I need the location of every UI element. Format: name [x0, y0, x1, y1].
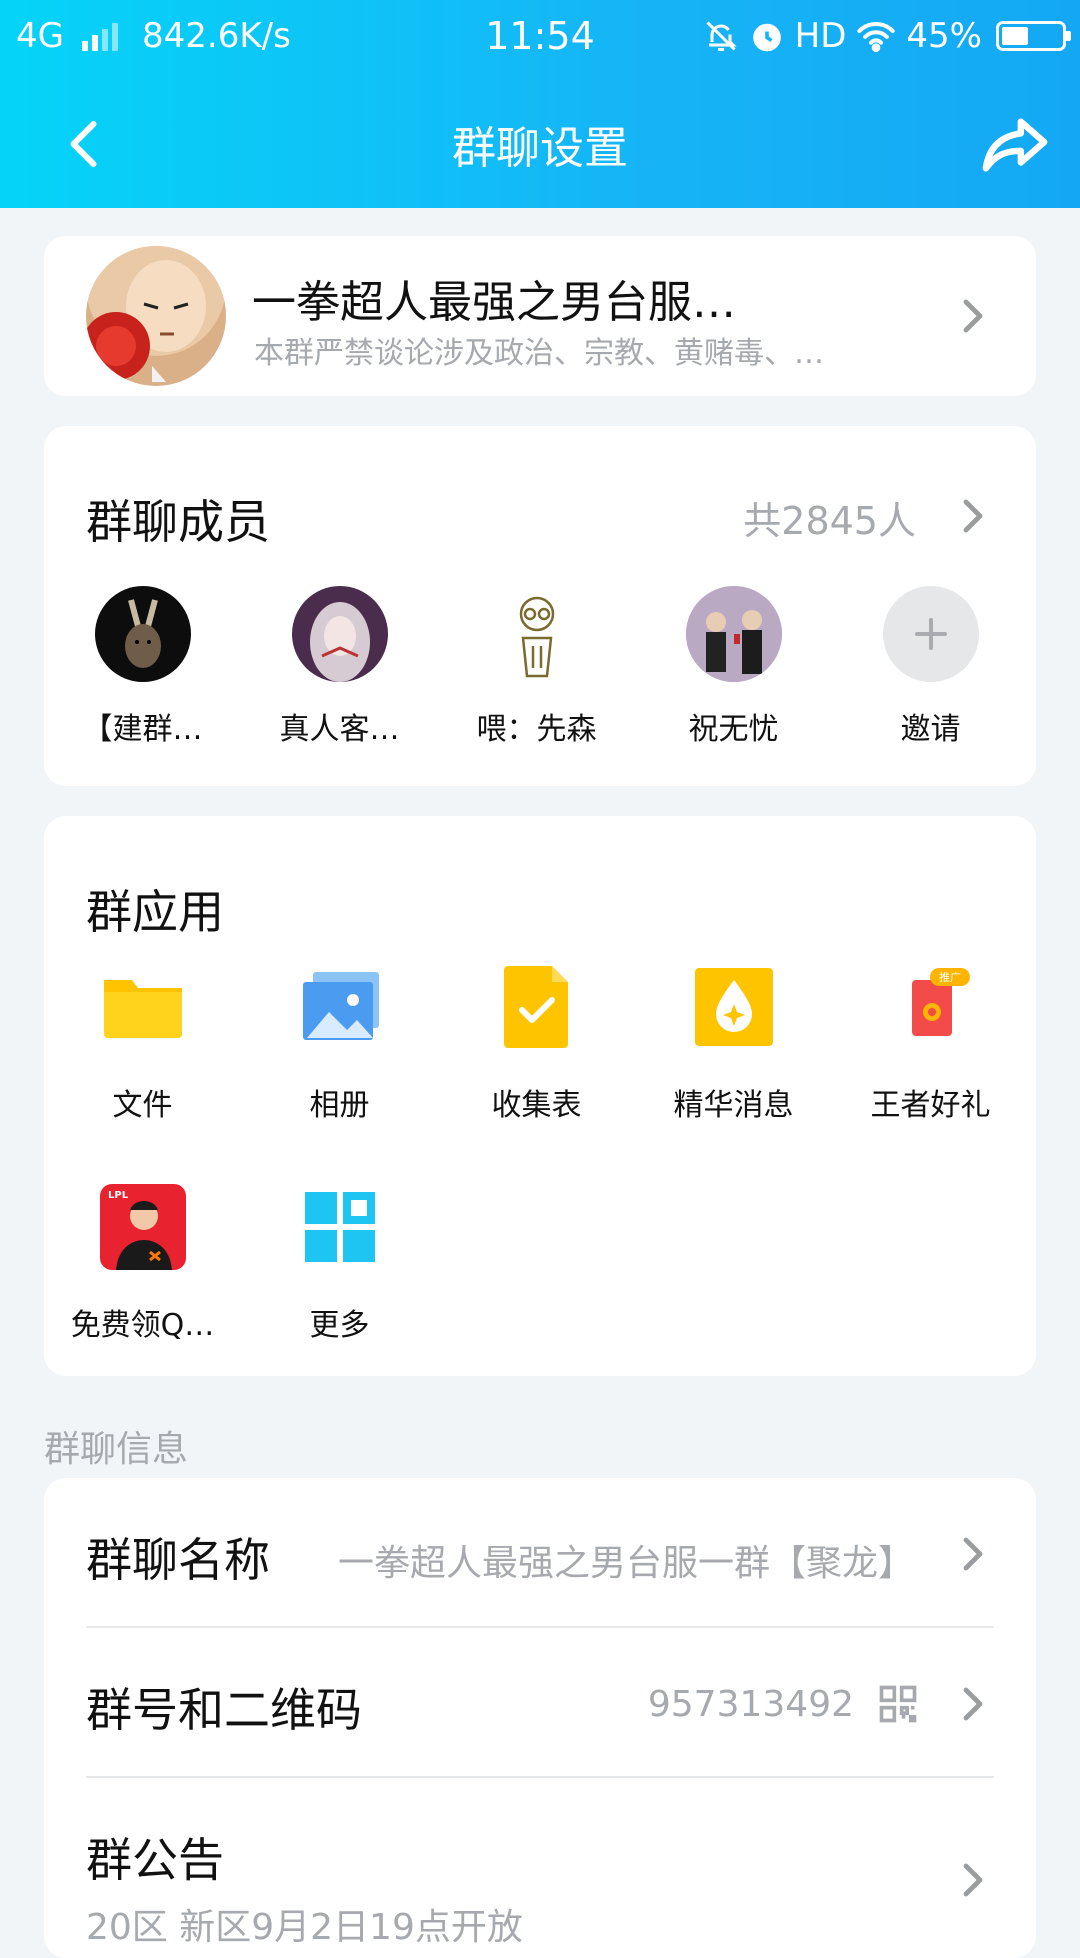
app-album[interactable]: 相册 [241, 962, 438, 1182]
member-name: 喂：先森 [476, 712, 597, 747]
group-name: 一拳超人最强之男台服… [252, 277, 736, 328]
hd-indicator: HD [794, 16, 847, 56]
announcement-preview: 20区 新区9月2日19点开放 [86, 1907, 523, 1948]
invite-member[interactable]: 邀请 [832, 586, 1029, 748]
share-icon[interactable] [980, 110, 1050, 180]
essence-icon [694, 968, 773, 1046]
member-count[interactable]: 共2845人 [743, 490, 916, 545]
chevron-right-icon [963, 299, 983, 333]
chevron-right-icon [963, 1687, 983, 1721]
gift-icon: 推广 [911, 968, 970, 1036]
qr-code-icon[interactable] [876, 1682, 920, 1726]
page-title: 群聊设置 [452, 123, 628, 174]
row-group-number-qr[interactable]: 群号和二维码 957313492 [86, 1628, 994, 1778]
apps-title: 群应用 [86, 885, 224, 939]
app-more[interactable]: 更多 [241, 1182, 438, 1402]
member-item[interactable]: 【建群… [44, 586, 241, 748]
promo-badge: 推广 [939, 970, 961, 984]
wifi-icon [857, 22, 896, 53]
member-item[interactable]: 真人客… [241, 586, 438, 748]
member-name: 【建群… [82, 712, 203, 747]
battery-percent: 45% [906, 16, 982, 56]
app-label: 免费领Q… [70, 1308, 215, 1343]
app-files[interactable]: 文件 [44, 962, 241, 1182]
promo-icon: LPL [99, 1184, 186, 1270]
member-item[interactable]: 喂：先森 [438, 586, 635, 748]
row-label: 群号和二维码 [86, 1683, 362, 1737]
member-name: 真人客… [279, 712, 400, 747]
mute-bell-icon [706, 21, 737, 51]
row-value: 一拳超人最强之男台服一群【聚龙】 [337, 1543, 914, 1584]
app-label: 收集表 [491, 1088, 582, 1123]
group-apps-card: 群应用 文件 相册 收集表 精华消息 推广 王者好礼 LPL 免费领Q… 更多 [44, 816, 1036, 1376]
member-avatar [94, 586, 191, 682]
app-grid: 文件 相册 收集表 精华消息 推广 王者好礼 LPL 免费领Q… 更多 [44, 962, 1036, 1402]
plus-icon[interactable] [882, 586, 979, 682]
more-grid-icon [304, 1192, 375, 1262]
members-card: 群聊成员 共2845人 【建群… 真人客… 喂：先森 祝无忧 邀请 [44, 426, 1036, 786]
svg-text:LPL: LPL [108, 1190, 129, 1201]
group-profile-card[interactable]: 一拳超人最强之男台服… 本群严禁谈论涉及政治、宗教、黄赌毒、… [44, 236, 1036, 396]
alarm-icon [752, 23, 781, 52]
member-avatar [685, 586, 782, 682]
form-icon [503, 966, 568, 1048]
album-icon [302, 972, 379, 1040]
row-group-name[interactable]: 群聊名称 一拳超人最强之男台服一群【聚龙】 [86, 1478, 994, 1628]
app-label: 相册 [309, 1088, 370, 1123]
member-list: 【建群… 真人客… 喂：先森 祝无忧 邀请 [44, 586, 1036, 748]
group-number: 957313492 [647, 1684, 854, 1725]
navigation-bar: 群聊设置 [0, 88, 1080, 198]
invite-label: 邀请 [900, 712, 961, 747]
chevron-right-icon [963, 1863, 983, 1897]
member-avatar [291, 586, 388, 682]
app-form[interactable]: 收集表 [438, 962, 635, 1182]
member-item[interactable]: 祝无忧 [635, 586, 832, 748]
header-bar: 4G 842.6K/s 11:54 HD 45% 群聊设置 [0, 0, 1080, 208]
group-info-card: 群聊名称 一拳超人最强之男台服一群【聚龙】 群号和二维码 957313492 群… [44, 1478, 1036, 1958]
row-group-announcement[interactable]: 群公告 20区 新区9月2日19点开放 [86, 1778, 994, 1958]
app-label: 文件 [112, 1088, 173, 1123]
battery-icon [996, 21, 1071, 51]
app-gift[interactable]: 推广 王者好礼 [832, 962, 1029, 1182]
group-description: 本群严禁谈论涉及政治、宗教、黄赌毒、… [254, 336, 824, 371]
section-label-info: 群聊信息 [44, 1429, 189, 1470]
member-avatar [488, 586, 585, 682]
chevron-right-icon [963, 1537, 983, 1571]
app-essence[interactable]: 精华消息 [635, 962, 832, 1182]
row-label: 群聊名称 [86, 1533, 270, 1587]
app-promo[interactable]: LPL 免费领Q… [44, 1182, 241, 1402]
app-label: 精华消息 [673, 1088, 794, 1123]
app-label: 更多 [309, 1308, 370, 1343]
status-bar: 4G 842.6K/s 11:54 HD 45% [0, 0, 1080, 72]
app-label: 王者好礼 [870, 1088, 991, 1123]
group-avatar [86, 246, 226, 386]
member-name: 祝无忧 [688, 712, 779, 747]
folder-icon [103, 980, 182, 1038]
row-label: 群公告 [86, 1833, 224, 1887]
chevron-right-icon[interactable] [960, 496, 986, 536]
members-title: 群聊成员 [86, 495, 270, 549]
